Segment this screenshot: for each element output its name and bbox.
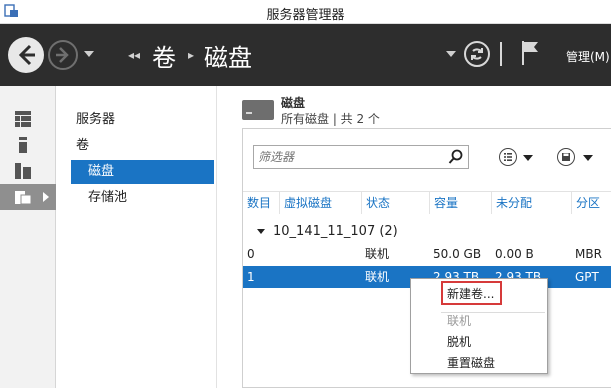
- forward-button[interactable]: [48, 40, 78, 70]
- cell-status: 联机: [365, 270, 390, 284]
- collapse-triangle-icon[interactable]: [257, 229, 265, 234]
- list-options-dropdown-icon[interactable]: [523, 155, 533, 161]
- disk-icon: [242, 100, 274, 120]
- table-row[interactable]: 0 联机 50.0 GB 0.00 B MBR: [243, 243, 611, 265]
- toolbar-divider: [500, 42, 502, 66]
- table-header: 数目 虚拟磁盘 状态 容量 未分配 分区: [243, 191, 611, 214]
- server-group-label: 10_141_11_107 (2): [273, 224, 398, 239]
- notifications-flag-icon[interactable]: [520, 39, 540, 70]
- dropdown-icon[interactable]: [446, 51, 456, 57]
- rail-item-all-servers[interactable]: [0, 158, 56, 184]
- cell-number: 0: [247, 247, 255, 261]
- save-icon: [561, 152, 570, 161]
- column-header-number[interactable]: 数目: [243, 192, 279, 214]
- context-menu: 新建卷... 联机 脱机 重置磁盘: [410, 278, 548, 374]
- save-query-button[interactable]: [557, 148, 575, 166]
- history-dropdown-icon[interactable]: [84, 51, 94, 57]
- column-header-unallocated[interactable]: 未分配: [491, 192, 571, 214]
- search-icon[interactable]: [448, 149, 464, 168]
- refresh-button[interactable]: [464, 41, 490, 67]
- server-group-header[interactable]: 10_141_11_107 (2): [243, 221, 611, 243]
- breadcrumb-volumes[interactable]: 卷: [152, 38, 176, 73]
- save-options-dropdown-icon[interactable]: [583, 155, 593, 161]
- left-icon-rail: [0, 86, 56, 388]
- back-arrow-icon: [18, 44, 35, 66]
- menu-item-offline[interactable]: 脱机: [447, 332, 547, 352]
- nav-item-volumes[interactable]: 卷: [71, 134, 214, 158]
- refresh-icon: [471, 48, 483, 60]
- column-header-virtual-disk[interactable]: 虚拟磁盘: [279, 192, 361, 214]
- section-subtitle: 所有磁盘 | 共 2 个: [281, 112, 380, 126]
- navigation-pane: 服务器 卷 磁盘 存储池: [57, 86, 217, 388]
- cell-capacity: 50.0 GB: [433, 247, 482, 261]
- section-title: 磁盘: [281, 96, 306, 110]
- list-icon: [503, 152, 512, 161]
- nav-item-storage-pools[interactable]: 存储池: [71, 186, 214, 210]
- column-header-partition[interactable]: 分区: [571, 192, 611, 214]
- rail-item-local-server[interactable]: [0, 132, 56, 158]
- all-servers-icon: [15, 163, 31, 182]
- cell-partition: MBR: [575, 247, 602, 261]
- cell-unallocated: 0.00 B: [495, 247, 534, 261]
- title-bar: 服务器管理器: [0, 0, 611, 24]
- window-title: 服务器管理器: [266, 8, 345, 23]
- cell-number: 1: [247, 270, 255, 284]
- breadcrumb-separator-icon: ◂◂: [128, 48, 141, 62]
- nav-item-disks[interactable]: 磁盘: [71, 160, 214, 184]
- menu-item-new-volume[interactable]: 新建卷...: [447, 284, 547, 304]
- forward-arrow-icon: [56, 47, 69, 63]
- cell-partition: GPT: [575, 270, 599, 284]
- local-server-icon: [18, 137, 28, 156]
- manage-menu[interactable]: 管理(M): [566, 48, 610, 65]
- rail-item-dashboard[interactable]: [0, 106, 56, 132]
- top-navigation-bar: ◂◂ 卷 ▸ 磁盘 管理(M): [0, 24, 611, 86]
- column-header-capacity[interactable]: 容量: [429, 192, 491, 214]
- back-button[interactable]: [8, 37, 44, 73]
- column-header-status[interactable]: 状态: [361, 192, 429, 214]
- breadcrumb-separator-icon: ▸: [188, 48, 195, 62]
- menu-item-online[interactable]: 联机: [447, 311, 547, 331]
- rail-item-file-storage[interactable]: [0, 184, 56, 210]
- file-storage-icon: [15, 189, 35, 208]
- dashboard-icon: [15, 111, 31, 130]
- nav-item-servers[interactable]: 服务器: [71, 108, 214, 132]
- list-view-options-button[interactable]: [499, 148, 517, 166]
- cell-status: 联机: [365, 247, 390, 261]
- menu-item-reset-disk[interactable]: 重置磁盘: [447, 353, 547, 373]
- filter-input[interactable]: [254, 146, 444, 168]
- expand-caret-icon: [43, 192, 49, 202]
- breadcrumb-disks: 磁盘: [204, 44, 252, 72]
- filter-box[interactable]: [253, 145, 469, 169]
